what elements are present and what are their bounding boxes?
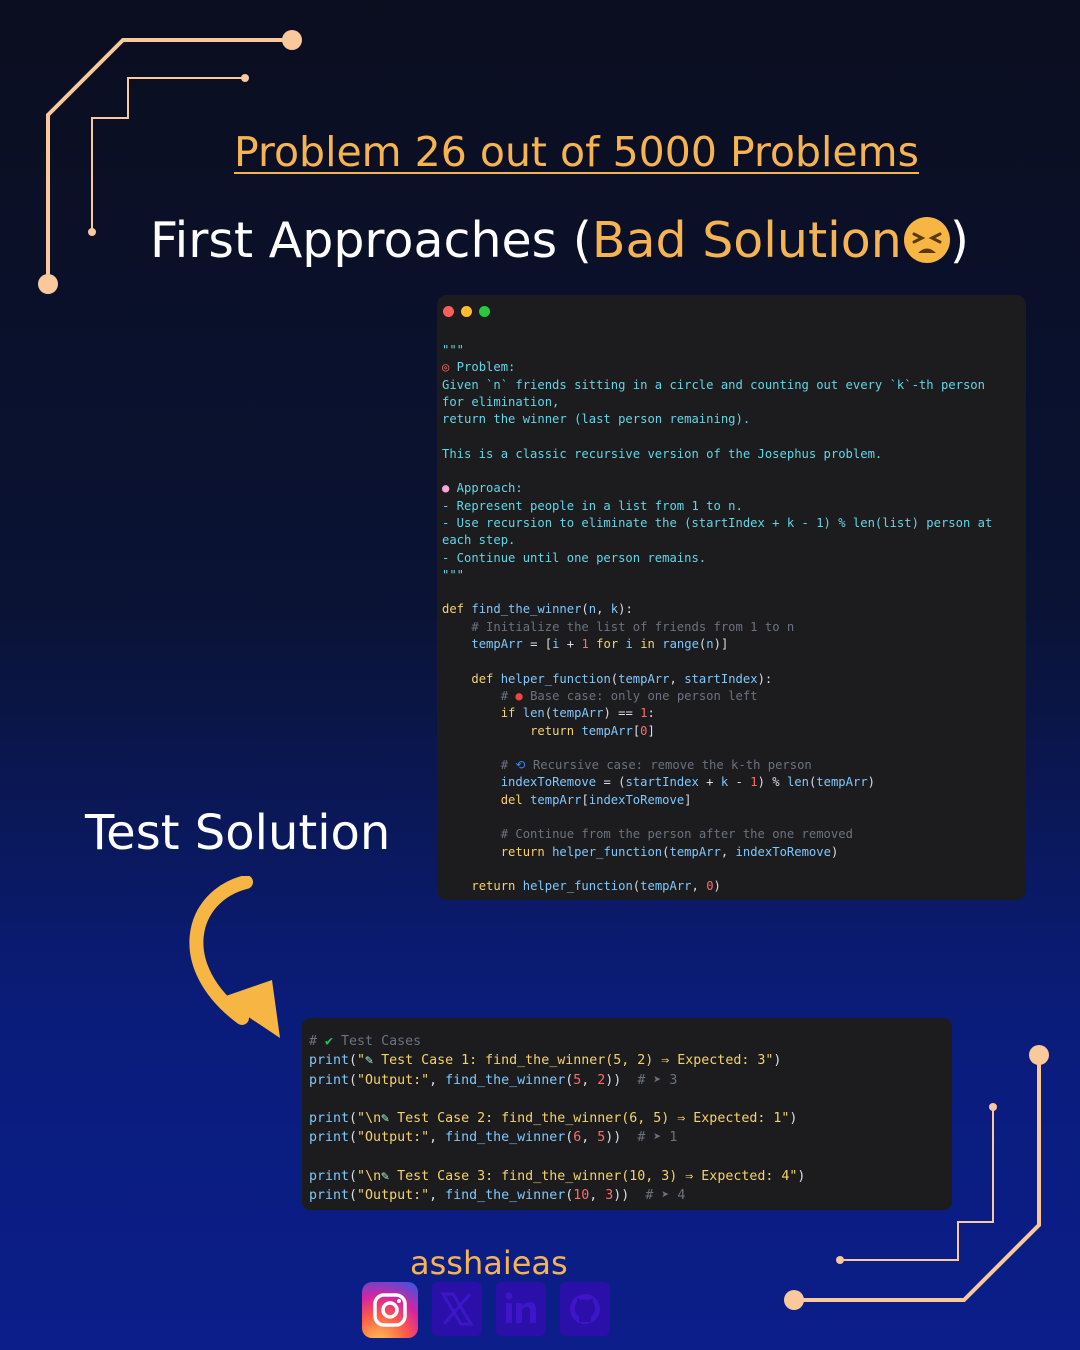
output-label: "Output:" xyxy=(357,1188,430,1204)
approach-suffix: ) xyxy=(949,212,969,269)
window-controls xyxy=(443,306,490,317)
classic-line: This is a classic recursive version of t… xyxy=(442,446,883,461)
minimize-dot-icon[interactable] xyxy=(461,306,472,317)
solution-code: """ ◎ Problem: Given `n` friends sitting… xyxy=(442,343,993,894)
problem-heading: Problem: xyxy=(449,360,516,375)
approach-accent: Bad Solution xyxy=(591,212,902,269)
author-handle: asshaieas xyxy=(410,1244,568,1282)
case-3-prefix: \n xyxy=(365,1169,382,1185)
tired-face-emoji-icon xyxy=(903,217,950,263)
approach-prefix: First Approaches ( xyxy=(150,212,592,269)
repeat-icon: ⟲ xyxy=(515,758,526,773)
code-window: """ ◎ Problem: Given `n` friends sitting… xyxy=(437,295,1026,900)
test-solution-label: Test Solution xyxy=(85,805,391,861)
comment-init: # Initialize the list of friends from 1 … xyxy=(471,619,795,634)
test-tube-icon: ✎ xyxy=(381,1169,390,1185)
red-circle-icon: ● xyxy=(515,688,523,703)
case-3-n: 10 xyxy=(573,1188,590,1204)
problem-title: Problem 26 out of 5000 Problems xyxy=(234,128,919,176)
test-case-2-text: Test Case 2: find_the_winner(6, 5) ⇒ Exp… xyxy=(389,1111,782,1127)
test-code: # ✔ Test Cases print("✎ Test Case 1: fin… xyxy=(309,1034,806,1204)
docstring-close: """ xyxy=(442,567,465,582)
case-1-result: 3 xyxy=(669,1072,678,1088)
curved-arrow-icon xyxy=(189,876,280,1038)
output-label: "Output:" xyxy=(357,1130,430,1146)
close-dot-icon[interactable] xyxy=(443,306,454,317)
test-case-1-text: Test Case 1: find_the_winner(5, 2) ⇒ Exp… xyxy=(373,1053,766,1069)
approach-step-3: - Continue until one person remains. xyxy=(442,550,707,565)
problem-line-3: return the winner (last person remaining… xyxy=(442,412,751,427)
approach-step-2b: each step. xyxy=(442,533,516,548)
comment-continue: # Continue from the person after the one… xyxy=(500,827,853,842)
case-3-result: 4 xyxy=(677,1188,686,1204)
approach-heading: Approach: xyxy=(449,481,523,496)
check-mark-icon: ✔ xyxy=(325,1034,334,1049)
approach-title: First Approaches (Bad Solution) xyxy=(150,212,969,269)
linkedin-icon[interactable] xyxy=(496,1282,546,1336)
problem-line-2: for elimination, xyxy=(442,394,560,409)
test-code-window: # ✔ Test Cases print("✎ Test Case 1: fin… xyxy=(302,1018,952,1210)
test-case-3-text: Test Case 3: find_the_winner(10, 3) ⇒ Ex… xyxy=(389,1169,790,1185)
case-2-result: 1 xyxy=(669,1130,678,1146)
problem-line-1: Given `n` friends sitting in a circle an… xyxy=(442,377,985,392)
output-label: "Output:" xyxy=(357,1072,430,1088)
approach-step-1: - Represent people in a list from 1 to n… xyxy=(442,498,743,513)
docstring-open: """ xyxy=(442,343,465,357)
comment-base-case: Base case: only one person left xyxy=(522,688,758,703)
github-icon[interactable] xyxy=(560,1282,610,1336)
comment-recursive-case: Recursive case: remove the k-th person xyxy=(525,758,812,773)
approach-step-2: - Use recursion to eliminate the (startI… xyxy=(442,515,993,530)
social-links xyxy=(362,1282,610,1338)
case-2-prefix: \n xyxy=(365,1111,382,1127)
x-icon[interactable] xyxy=(432,1282,482,1336)
instagram-icon[interactable] xyxy=(362,1282,418,1338)
test-tube-icon: ✎ xyxy=(381,1111,390,1127)
test-cases-comment: Test Cases xyxy=(333,1034,422,1049)
maximize-dot-icon[interactable] xyxy=(479,306,490,317)
test-tube-icon: ✎ xyxy=(365,1053,374,1069)
